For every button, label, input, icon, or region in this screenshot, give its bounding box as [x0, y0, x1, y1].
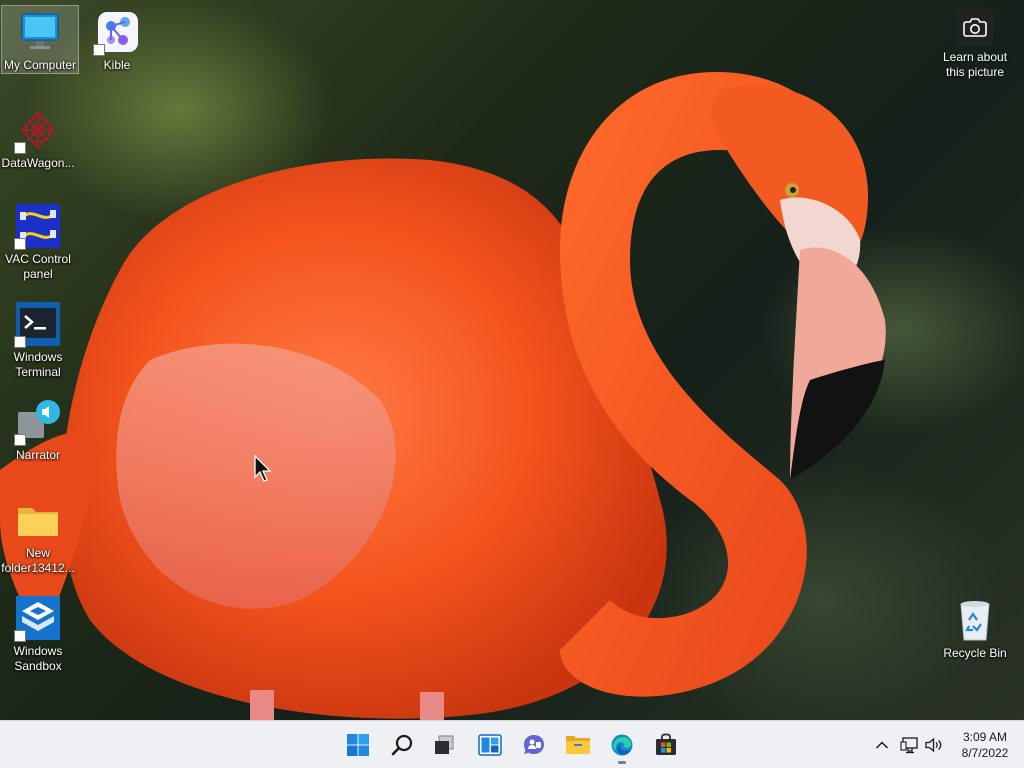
camera-icon — [956, 8, 994, 46]
volume-button[interactable] — [924, 735, 944, 755]
shortcut-arrow-icon — [14, 630, 26, 642]
edge-button[interactable] — [606, 729, 638, 764]
desktop-icon-narrator[interactable]: Narrator — [0, 396, 76, 463]
shortcut-arrow-icon — [14, 238, 26, 250]
show-hidden-icons-button[interactable] — [872, 735, 892, 755]
desktop-icon-label: VAC Control panel — [5, 252, 71, 281]
vac-control-panel-icon — [14, 202, 62, 250]
search-icon — [391, 734, 413, 756]
desktop-icon-label: New folder13412... — [1, 546, 75, 575]
clock[interactable]: 3:09 AM 8/7/2022 — [952, 729, 1018, 761]
recycle-bin-icon — [951, 596, 999, 644]
desktop-icon-kible[interactable]: Kible — [79, 6, 155, 73]
task-view-button[interactable] — [428, 729, 460, 761]
folder-icon — [14, 496, 62, 544]
shortcut-arrow-icon — [14, 142, 26, 154]
running-indicator — [618, 761, 626, 764]
shortcut-arrow-icon — [14, 434, 26, 446]
store-icon — [656, 733, 676, 755]
store-button[interactable] — [650, 729, 682, 761]
desktop-icon-recycle-bin[interactable]: Recycle Bin — [937, 594, 1013, 661]
edge-icon — [611, 734, 633, 756]
wallpaper-flamingo — [0, 71, 886, 720]
volume-icon — [925, 737, 942, 753]
desktop-icon-label: Narrator — [15, 448, 60, 462]
widgets-button[interactable] — [474, 729, 506, 761]
desktop-icon-label: Windows Sandbox — [13, 644, 63, 673]
desktop-icon-label: Recycle Bin — [943, 646, 1007, 660]
desktop-icon-label: Windows Terminal — [13, 350, 63, 379]
search-button[interactable] — [386, 729, 418, 761]
datawagon-app-icon — [14, 106, 62, 154]
desktop-icon-new-folder[interactable]: New folder13412... — [0, 494, 76, 576]
widgets-icon — [478, 734, 502, 756]
terminal-icon — [14, 300, 62, 348]
desktop-icon-windows-sandbox[interactable]: Windows Sandbox — [0, 592, 76, 674]
network-button[interactable] — [900, 735, 920, 755]
chat-icon — [524, 735, 544, 754]
learn-about-label: Learn about this picture — [942, 50, 1008, 79]
shortcut-arrow-icon — [14, 336, 26, 348]
kible-app-icon — [93, 8, 141, 56]
narrator-icon — [14, 398, 62, 446]
file-explorer-button[interactable] — [562, 729, 594, 761]
task-view-icon — [435, 735, 454, 754]
desktop-icon-label: My Computer — [3, 58, 77, 72]
taskbar: 3:09 AM 8/7/2022 — [0, 720, 1024, 768]
desktop-icon-windows-terminal[interactable]: Windows Terminal — [0, 298, 76, 380]
mouse-cursor-icon — [254, 455, 272, 482]
start-button[interactable] — [342, 729, 374, 761]
desktop-icon-label: DataWagon... — [1, 156, 75, 170]
desktop-icon-label: Kible — [103, 58, 131, 72]
chevron-up-icon — [875, 741, 889, 749]
desktop-icon-vac-control-panel[interactable]: VAC Control panel — [0, 200, 76, 282]
chat-button[interactable] — [518, 729, 550, 761]
clock-time: 3:09 AM — [962, 730, 1008, 744]
clock-date: 8/7/2022 — [961, 746, 1009, 760]
monitor-icon — [16, 8, 64, 56]
network-icon — [900, 737, 918, 754]
sandbox-icon — [14, 594, 62, 642]
folder-icon — [566, 736, 590, 754]
desktop-icon-my-computer[interactable]: My Computer — [1, 5, 79, 74]
desktop[interactable]: My Computer Kible DataWagon... VAC Contr… — [0, 0, 1024, 720]
desktop-icon-datawagon[interactable]: DataWagon... — [0, 104, 76, 171]
shortcut-arrow-icon — [93, 44, 105, 56]
learn-about-this-picture[interactable]: Learn about this picture — [936, 8, 1014, 80]
windows-logo-icon — [347, 734, 369, 756]
